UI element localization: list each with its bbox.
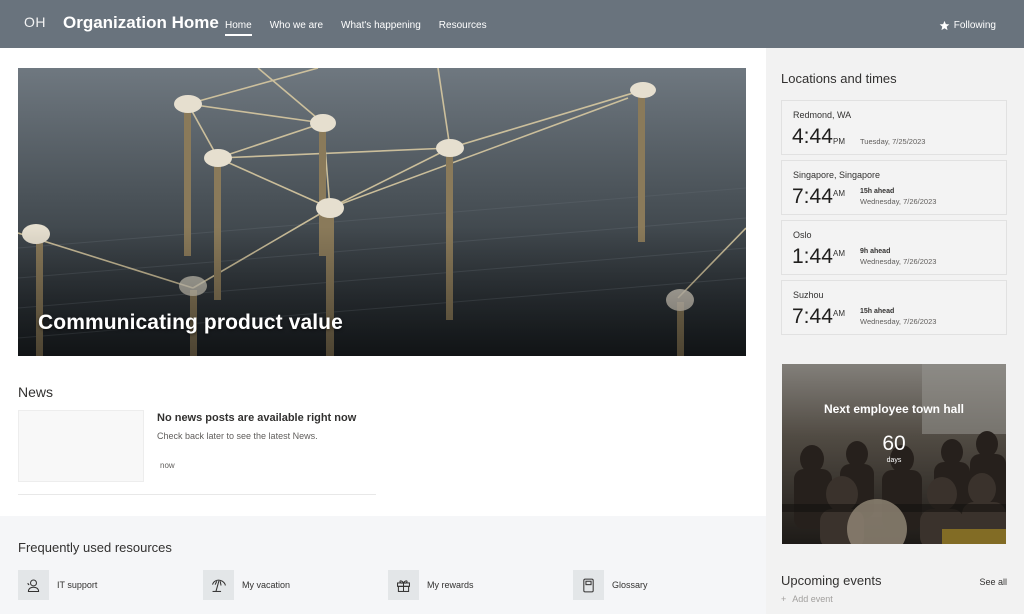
hero-title[interactable]: Communicating product value (38, 311, 343, 335)
site-title[interactable]: Organization Home (63, 13, 219, 33)
news-heading: News (18, 384, 54, 400)
clock-time: 1:44 (792, 245, 833, 268)
clock-date: Tuesday, 7/25/2023 (860, 137, 926, 146)
add-event-button[interactable]: + Add event (781, 594, 833, 604)
resource-my-rewards[interactable]: My rewards (388, 570, 474, 600)
clock-card: Oslo 1:44 AM 9h ahead Wednesday, 7/26/20… (781, 220, 1007, 275)
clock-city: Singapore, Singapore (793, 170, 881, 180)
clock-city: Suzhou (793, 290, 824, 300)
news-timestamp: now (160, 461, 175, 470)
clock-ampm: AM (833, 309, 845, 318)
resource-glossary[interactable]: Glossary (573, 570, 648, 600)
clock-offset: 15h ahead (860, 188, 895, 195)
resource-label: IT support (57, 580, 98, 590)
support-person-icon (18, 570, 49, 600)
add-event-label: Add event (792, 594, 833, 604)
clock-time: 7:44 (792, 305, 833, 328)
clock-city: Oslo (793, 230, 812, 240)
beach-umbrella-icon (203, 570, 234, 600)
news-empty-subtitle: Check back later to see the latest News. (157, 431, 318, 441)
book-icon (573, 570, 604, 600)
resource-label: My rewards (427, 580, 474, 590)
townhall-countdown[interactable]: Next employee town hall 60 days (782, 364, 1006, 544)
clock-time: 7:44 (792, 185, 833, 208)
townhall-unit: days (886, 457, 902, 464)
clock-date: Wednesday, 7/26/2023 (860, 317, 937, 326)
following-button[interactable]: Following (939, 20, 996, 31)
news-divider (18, 494, 376, 495)
townhall-title: Next employee town hall (823, 402, 965, 416)
resource-label: My vacation (242, 580, 291, 590)
clock-ampm: AM (833, 189, 845, 198)
site-logo[interactable]: OH (24, 14, 46, 30)
side-column: Locations and times Redmond, WA 4:44 PM … (766, 48, 1024, 614)
resource-my-vacation[interactable]: My vacation (203, 570, 290, 600)
events-heading: Upcoming events (781, 573, 882, 588)
clock-city: Redmond, WA (793, 110, 852, 120)
nav-who-we-are[interactable]: Who we are (270, 0, 323, 48)
hero-banner[interactable]: Communicating product value (18, 68, 746, 356)
resource-label: Glossary (612, 580, 648, 590)
clock-date: Wednesday, 7/26/2023 (860, 257, 937, 266)
star-icon (939, 20, 950, 31)
main-content: Communicating product value News No news… (0, 48, 766, 614)
site-header: OH Organization Home Home Who we are Wha… (0, 0, 1024, 48)
clock-ampm: AM (833, 249, 845, 258)
nav-whats-happening[interactable]: What's happening (341, 0, 421, 48)
clock-card: Suzhou 7:44 AM 15h ahead Wednesday, 7/26… (781, 280, 1007, 335)
clock-offset: 9h ahead (860, 248, 891, 255)
clock-card: Redmond, WA 4:44 PM Tuesday, 7/25/2023 (781, 100, 1007, 155)
clock-offset: 15h ahead (860, 308, 895, 315)
clock-time: 4:44 (792, 125, 833, 148)
resources-section: Frequently used resources IT support My … (0, 516, 766, 614)
townhall-count: 60 (882, 432, 906, 455)
news-thumbnail-placeholder (18, 410, 144, 482)
locations-heading: Locations and times (781, 71, 897, 86)
see-all-events-link[interactable]: See all (979, 577, 1007, 587)
resource-it-support[interactable]: IT support (18, 570, 97, 600)
clock-ampm: PM (833, 137, 845, 146)
nav-resources[interactable]: Resources (439, 0, 487, 48)
following-label: Following (953, 20, 996, 31)
resources-heading: Frequently used resources (18, 540, 172, 555)
plus-icon: + (781, 594, 787, 604)
top-navigation: Home Who we are What's happening Resourc… (225, 0, 505, 48)
gift-icon (388, 570, 419, 600)
clock-card: Singapore, Singapore 7:44 AM 15h ahead W… (781, 160, 1007, 215)
news-empty-title: No news posts are available right now (157, 412, 357, 424)
nav-home[interactable]: Home (225, 0, 252, 48)
clock-date: Wednesday, 7/26/2023 (860, 197, 937, 206)
